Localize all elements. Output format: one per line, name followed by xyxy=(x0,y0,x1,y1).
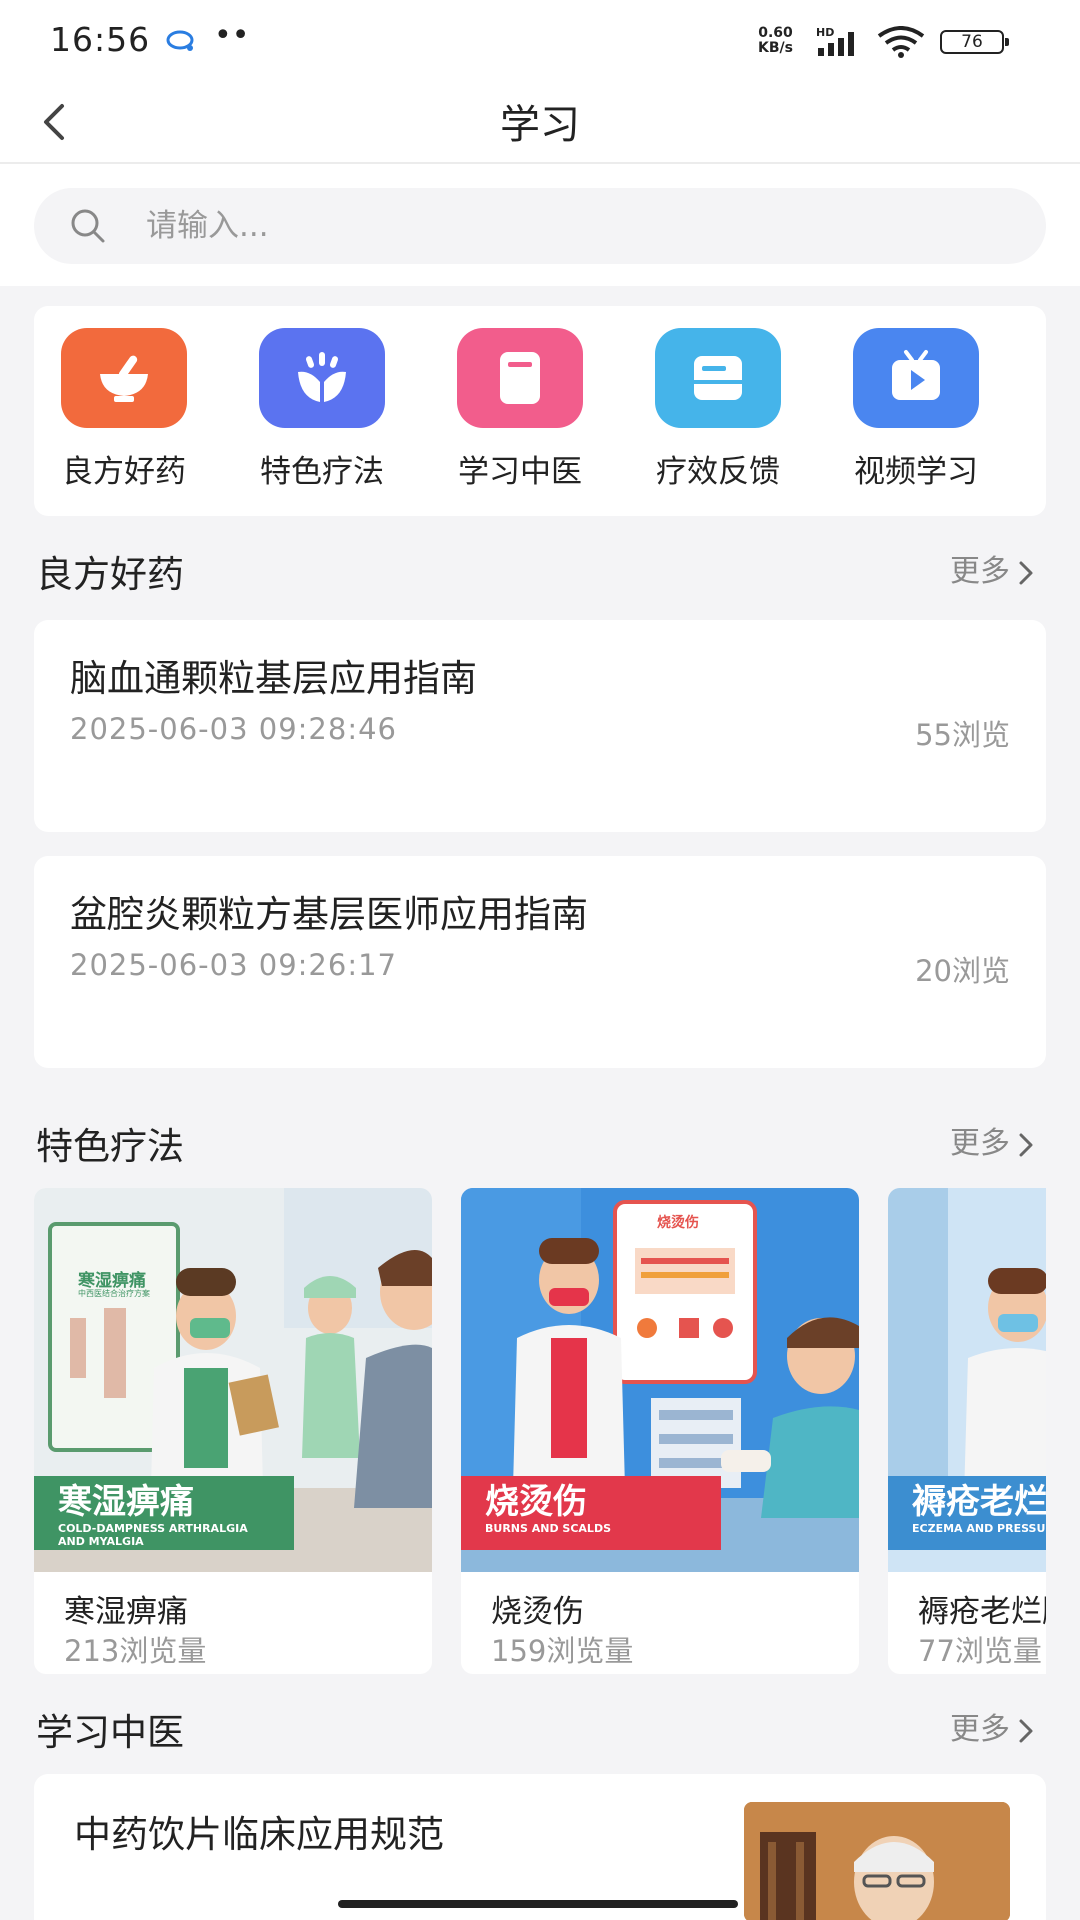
article-card[interactable]: 中药饮片临床应用规范 xyxy=(34,1774,1046,1920)
therapy-name: 褥疮老烂腿 xyxy=(918,1594,1046,1630)
therapy-banner: 烧烫伤 BURNS AND SCALDS xyxy=(461,1476,721,1550)
banner-title: 寒湿痹痛 xyxy=(58,1482,194,1522)
therapy-views: 213浏览量 xyxy=(64,1634,207,1668)
poster-subtitle: 中西医结合治疗方案 xyxy=(78,1289,150,1298)
wheat-icon xyxy=(259,328,385,428)
cell-signal-icon xyxy=(818,32,854,56)
search-input[interactable] xyxy=(146,200,1006,252)
chevron-right-icon xyxy=(1019,1133,1033,1156)
book-icon xyxy=(457,328,583,428)
quick-link-label: 特色疗法 xyxy=(260,454,384,490)
chat-bubble-icon xyxy=(166,30,194,51)
quick-link-video[interactable]: 视频学习 xyxy=(826,328,1006,498)
therapy-name: 寒湿痹痛 xyxy=(64,1594,188,1630)
article-title: 盆腔炎颗粒方基层医师应用指南 xyxy=(70,893,588,936)
article-card[interactable]: 盆腔炎颗粒方基层医师应用指南 2025-06-03 09:26:17 20浏览 xyxy=(34,856,1046,1068)
quick-links-card: 良方好药 特色疗法 学习中医 疗效反馈 视频学习 xyxy=(34,306,1046,516)
section-title-therapies: 特色疗法 xyxy=(36,1125,184,1168)
poster-title: 烧烫伤 xyxy=(657,1215,699,1231)
feedback-box-icon xyxy=(655,328,781,428)
battery-indicator: 76 xyxy=(940,30,1009,54)
article-date: 2025-06-03 09:26:17 xyxy=(70,948,397,982)
quick-link-therapies[interactable]: 特色疗法 xyxy=(232,328,412,498)
search-icon xyxy=(71,209,105,243)
therapy-image: 褥疮老烂腿 ECZEMA AND PRESSURE xyxy=(888,1188,1046,1572)
quick-link-prescriptions[interactable]: 良方好药 xyxy=(34,328,214,498)
therapy-views: 159浏览量 xyxy=(491,1634,634,1668)
more-link-therapies[interactable]: 更多 xyxy=(950,1118,1036,1162)
chevron-right-icon xyxy=(1019,561,1033,584)
quick-link-label: 疗效反馈 xyxy=(656,454,780,490)
article-views: 20浏览 xyxy=(915,954,1010,988)
banner-title: 褥疮老烂腿 xyxy=(912,1482,1046,1522)
wifi-icon xyxy=(877,26,925,58)
therapy-image: 烧烫伤 BURNS AND SCALDS 烧烫伤 xyxy=(461,1188,859,1572)
home-indicator[interactable] xyxy=(338,1900,738,1908)
therapy-carousel[interactable]: 寒湿痹痛 COLD-DAMPNESS ARTHRALGIA AND MYALGI… xyxy=(34,1188,1046,1674)
more-label: 更多 xyxy=(950,1126,1010,1161)
more-link-learn-tcm[interactable]: 更多 xyxy=(950,1704,1036,1748)
chevron-right-icon xyxy=(1019,1719,1033,1742)
therapy-image: 寒湿痹痛 COLD-DAMPNESS ARTHRALGIA AND MYALGI… xyxy=(34,1188,432,1572)
section-title-learn-tcm: 学习中医 xyxy=(36,1711,184,1754)
therapy-banner: 褥疮老烂腿 ECZEMA AND PRESSURE xyxy=(888,1476,1046,1550)
search-bar[interactable] xyxy=(34,188,1046,264)
status-time: 16:56 xyxy=(50,20,151,59)
article-card[interactable]: 脑血通颗粒基层应用指南 2025-06-03 09:28:46 55浏览 xyxy=(34,620,1046,832)
quick-link-learn-tcm[interactable]: 学习中医 xyxy=(430,328,610,498)
banner-subtitle: BURNS AND SCALDS xyxy=(485,1522,611,1535)
article-thumbnail xyxy=(744,1802,1010,1920)
mortar-bowl-icon xyxy=(61,328,187,428)
more-notifications-icon: •• xyxy=(214,18,250,53)
status-bar: 16:56 •• 0.60 KB/s HD 76 xyxy=(0,0,1080,80)
section-title-prescriptions: 良方好药 xyxy=(36,553,184,596)
network-speed: 0.60 KB/s xyxy=(758,25,793,56)
therapy-name: 烧烫伤 xyxy=(491,1594,584,1630)
article-title: 脑血通颗粒基层应用指南 xyxy=(70,657,477,700)
therapy-card[interactable]: 烧烫伤 BURNS AND SCALDS 烧烫伤 烧烫伤 159浏览量 xyxy=(461,1188,859,1674)
nav-bar: 学习 xyxy=(0,80,1080,164)
banner-subtitle: COLD-DAMPNESS ARTHRALGIA xyxy=(58,1522,248,1535)
banner-subtitle: AND MYALGIA xyxy=(58,1535,144,1548)
quick-link-feedback[interactable]: 疗效反馈 xyxy=(628,328,808,498)
quick-link-label: 良方好药 xyxy=(62,454,186,490)
tv-icon xyxy=(853,328,979,428)
article-date: 2025-06-03 09:28:46 xyxy=(70,712,397,746)
banner-subtitle: ECZEMA AND PRESSURE xyxy=(912,1522,1046,1535)
banner-title: 烧烫伤 xyxy=(485,1482,587,1522)
more-link-prescriptions[interactable]: 更多 xyxy=(950,546,1036,590)
therapy-views: 77浏览量 xyxy=(918,1634,1042,1668)
therapy-card[interactable]: 寒湿痹痛 COLD-DAMPNESS ARTHRALGIA AND MYALGI… xyxy=(34,1188,432,1674)
more-label: 更多 xyxy=(950,1712,1010,1747)
quick-link-label: 视频学习 xyxy=(854,454,978,490)
therapy-banner: 寒湿痹痛 COLD-DAMPNESS ARTHRALGIA AND MYALGI… xyxy=(34,1476,294,1550)
page-title: 学习 xyxy=(500,102,580,148)
more-label: 更多 xyxy=(950,554,1010,589)
quick-link-label: 学习中医 xyxy=(458,454,582,490)
article-views: 55浏览 xyxy=(915,718,1010,752)
therapy-card[interactable]: 褥疮老烂腿 ECZEMA AND PRESSURE 褥疮老烂腿 77浏览量 xyxy=(888,1188,1046,1674)
article-title: 中药饮片临床应用规范 xyxy=(74,1813,444,1856)
